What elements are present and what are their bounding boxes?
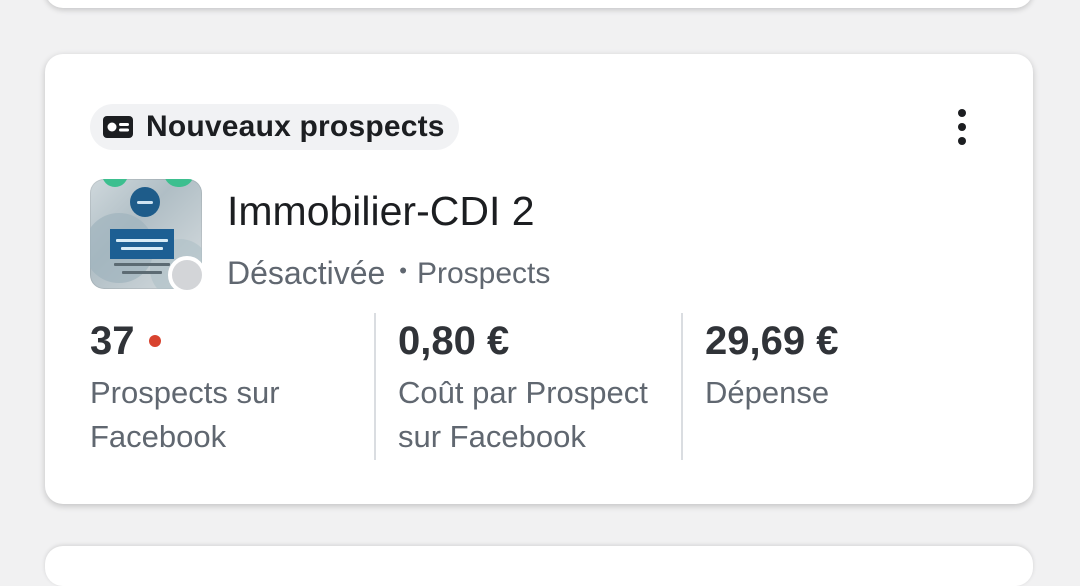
- metric-label-line: Dépense: [705, 375, 830, 410]
- spend-value: 29,69 €: [705, 318, 839, 363]
- campaign-name[interactable]: Immobilier-CDI 2: [227, 188, 535, 235]
- leads-count: 37: [90, 318, 135, 363]
- objective-label: Nouveaux prospects: [146, 110, 445, 143]
- metric-label: Prospects sur Facebook: [90, 371, 380, 459]
- campaign-status: Désactivée: [227, 255, 386, 291]
- metric-label: Coût par Prospect sur Facebook: [398, 371, 688, 459]
- metric-label-line: sur Facebook: [398, 419, 586, 454]
- objective-chip: Nouveaux prospects: [90, 104, 459, 150]
- metric-value: 29,69 €: [705, 315, 990, 367]
- campaign-type: Prospects: [417, 256, 551, 290]
- previous-card[interactable]: [45, 0, 1033, 8]
- metric-value: 37: [90, 315, 375, 367]
- more-vertical-icon[interactable]: [940, 102, 984, 152]
- campaign-card[interactable]: Nouveaux prospects Immobilier-CDI 2 Désa…: [45, 54, 1033, 504]
- alert-dot-icon: [148, 335, 161, 347]
- metric-label-line: Facebook: [90, 419, 227, 454]
- metric-divider: [681, 313, 683, 460]
- lead-form-icon: [102, 115, 134, 139]
- cost-per-lead-value: 0,80 €: [398, 318, 510, 363]
- metric-value: 0,80 €: [398, 315, 683, 367]
- next-card[interactable]: [45, 546, 1033, 586]
- metric-divider: [374, 313, 376, 460]
- metric-label-line: Prospects sur: [90, 375, 280, 410]
- campaign-subtitle: Désactivée • Prospects: [227, 255, 550, 292]
- metric-leads[interactable]: 37 Prospects sur Facebook: [90, 315, 375, 461]
- metric-label: Dépense: [705, 371, 995, 415]
- separator-dot: •: [399, 257, 407, 283]
- status-indicator: [168, 256, 206, 294]
- metric-spend[interactable]: 29,69 € Dépense: [705, 315, 990, 461]
- metric-label-line: Coût par Prospect: [398, 375, 648, 410]
- metric-cost-per-lead[interactable]: 0,80 € Coût par Prospect sur Facebook: [398, 315, 683, 461]
